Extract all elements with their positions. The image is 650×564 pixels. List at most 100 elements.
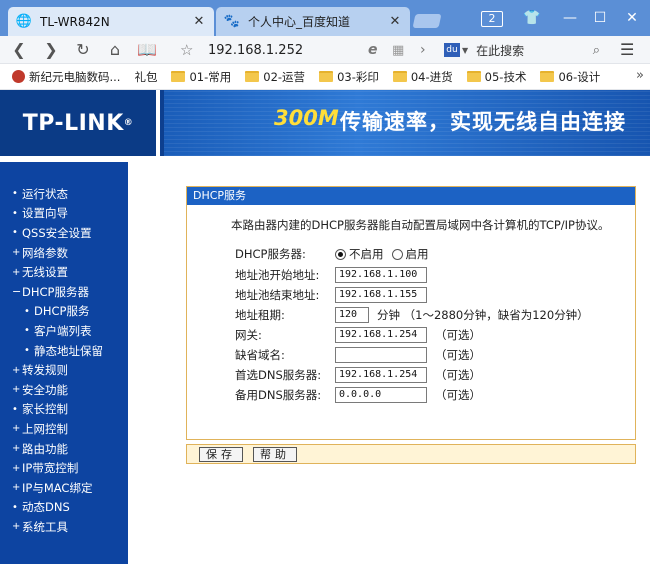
sidebar-item[interactable]: • 设置向导 xyxy=(0,204,128,224)
folder-icon xyxy=(245,71,260,82)
sidebar-item[interactable]: • 动态DNS xyxy=(0,498,128,518)
expand-icon: + xyxy=(12,482,21,494)
address-bar[interactable]: ☆ 192.168.1.252 e ▦ › xyxy=(180,39,440,61)
sidebar-item-label: 设置向导 xyxy=(22,206,68,221)
expand-icon: + xyxy=(12,423,21,435)
bookmarks-bar: 新纪元电脑数码... 礼包 01-常用 02-运营 03-彩印 04-进货 05… xyxy=(0,64,650,90)
forward-icon[interactable]: ❯ xyxy=(40,39,62,61)
pool-end-input[interactable]: 192.168.1.155 xyxy=(335,287,427,303)
tab-count-badge[interactable]: 2 xyxy=(481,11,503,27)
field-label: 缺省域名: xyxy=(235,348,285,362)
collapse-icon: − xyxy=(12,285,22,299)
bookmark-folder[interactable]: 06-设计 xyxy=(540,69,600,85)
sidebar-item[interactable]: • DHCP服务 xyxy=(0,302,128,322)
sidebar-item[interactable]: • 静态地址保留 xyxy=(0,341,128,361)
chevron-down-icon[interactable]: ▼ xyxy=(462,46,468,55)
save-button[interactable]: 保存 xyxy=(199,447,243,462)
bookmark-folder[interactable]: 05-技术 xyxy=(466,69,526,85)
address-url[interactable]: 192.168.1.252 xyxy=(208,43,303,58)
field-row: 地址池开始地址: 192.168.1.100 xyxy=(235,266,427,284)
browser-toolbar: ❮ ❯ ↻ ⌂ 📖 ☆ 192.168.1.252 e ▦ › du ▼ 在此搜… xyxy=(0,36,650,64)
search-icon[interactable]: ⌕ xyxy=(593,43,600,58)
sidebar-item[interactable]: + 上网控制 xyxy=(0,419,128,439)
domain-input[interactable] xyxy=(335,347,427,363)
bookmark-label: 02-运营 xyxy=(263,69,306,84)
field-label: 首选DNS服务器: xyxy=(235,368,322,382)
bookmark-star-icon[interactable]: ☆ xyxy=(180,41,200,59)
shirt-skin-icon[interactable]: 👕 xyxy=(522,8,542,28)
new-tab-button[interactable] xyxy=(412,14,442,28)
field-label: 网关: xyxy=(235,328,262,342)
bullet-icon: • xyxy=(12,501,18,513)
sidebar-item-label: 无线设置 xyxy=(22,265,68,280)
sidebar-item[interactable]: • 客户端列表 xyxy=(0,321,128,341)
tab-baidu-zhidao[interactable]: 🐾 个人中心_百度知道 ✕ xyxy=(216,7,410,36)
sidebar-item-label: 动态DNS xyxy=(22,500,70,515)
field-label: 地址池结束地址: xyxy=(235,288,320,302)
sidebar-item[interactable]: • QSS安全设置 xyxy=(0,223,128,243)
sidebar-item[interactable]: • 运行状态 xyxy=(0,184,128,204)
radio-disable-label[interactable]: 不启用 xyxy=(349,246,384,262)
bookmark-folder[interactable]: 03-彩印 xyxy=(319,69,379,85)
globe-icon: 🌐 xyxy=(15,14,33,29)
sidebar-item-label: 客户端列表 xyxy=(34,323,92,338)
field-row: 首选DNS服务器: 192.168.1.254 （可选） xyxy=(235,366,481,384)
tab-tl-wr842n[interactable]: 🌐 TL-WR842N ✕ xyxy=(8,7,214,36)
sidebar-item[interactable]: + IP与MAC绑定 xyxy=(0,478,128,498)
optional-note: （可选） xyxy=(435,328,481,342)
qr-grid-icon[interactable]: ▦ xyxy=(392,43,404,58)
lease-time-input[interactable]: 120 xyxy=(335,307,369,323)
close-window-icon[interactable]: ✕ xyxy=(622,8,642,28)
expand-icon: + xyxy=(12,384,21,396)
sidebar-item[interactable]: + 网络参数 xyxy=(0,243,128,263)
back-icon[interactable]: ❮ xyxy=(8,39,30,61)
folder-icon xyxy=(540,71,555,82)
reload-icon[interactable]: ↻ xyxy=(72,39,94,61)
expand-icon: + xyxy=(12,462,21,474)
sidebar-item[interactable]: + 系统工具 xyxy=(0,517,128,537)
sidebar-item[interactable]: + 路由功能 xyxy=(0,439,128,459)
radio-disable[interactable] xyxy=(335,248,346,260)
secondary-dns-input[interactable]: 0.0.0.0 xyxy=(335,387,427,403)
sidebar-item-label: 家长控制 xyxy=(22,402,68,417)
menu-icon[interactable]: ☰ xyxy=(620,40,634,59)
radio-enable-label[interactable]: 启用 xyxy=(406,246,429,262)
bookmark-site[interactable]: 新纪元电脑数码... xyxy=(12,69,120,85)
expand-icon: + xyxy=(12,443,21,455)
bookmark-folder[interactable]: 02-运营 xyxy=(245,69,305,85)
more-bookmarks-icon[interactable]: » xyxy=(636,68,644,83)
sidebar-item[interactable]: − DHCP服务器 xyxy=(0,282,128,302)
browser-tab-strip: 🌐 TL-WR842N ✕ 🐾 个人中心_百度知道 ✕ 2 👕 — ☐ ✕ xyxy=(0,0,650,36)
minimize-icon[interactable]: — xyxy=(560,8,580,28)
sidebar-item[interactable]: + 转发规则 xyxy=(0,360,128,380)
home-icon[interactable]: ⌂ xyxy=(104,39,126,61)
search-engine-icon[interactable]: du xyxy=(444,43,460,57)
bookmark-folder[interactable]: 01-常用 xyxy=(171,69,231,85)
sidebar-item[interactable]: + 无线设置 xyxy=(0,262,128,282)
primary-dns-input[interactable]: 192.168.1.254 xyxy=(335,367,427,383)
optional-note: （可选） xyxy=(435,388,481,402)
bookmark-folder[interactable]: 04-进货 xyxy=(392,69,453,85)
gateway-input[interactable]: 192.168.1.254 xyxy=(335,327,427,343)
radio-enable[interactable] xyxy=(391,248,403,260)
panel-intro: 本路由器内建的DHCP服务器能自动配置局域网中各计算机的TCP/IP协议。 xyxy=(231,218,610,232)
help-button[interactable]: 帮助 xyxy=(253,447,297,462)
search-box[interactable]: du ▼ 在此搜索 ⌕ xyxy=(444,40,604,60)
go-arrow-icon[interactable]: › xyxy=(420,42,426,58)
folder-icon xyxy=(319,71,334,82)
sidebar-item[interactable]: • 家长控制 xyxy=(0,400,128,420)
bookmark-gift[interactable]: 礼包 xyxy=(134,69,157,85)
maximize-icon[interactable]: ☐ xyxy=(590,8,610,28)
sidebar-item[interactable]: + IP带宽控制 xyxy=(0,458,128,478)
search-input[interactable]: 在此搜索 xyxy=(476,42,524,59)
field-label: 地址租期: xyxy=(235,308,285,322)
pool-start-input[interactable]: 192.168.1.100 xyxy=(335,267,427,283)
field-row: 网关: 192.168.1.254 （可选） xyxy=(235,326,481,344)
bookmark-label: 新纪元电脑数码... xyxy=(29,69,121,84)
reading-book-icon[interactable]: 📖 xyxy=(136,39,158,61)
ie-compat-icon[interactable]: e xyxy=(368,42,378,58)
dhcp-server-label: DHCP服务器: xyxy=(235,247,306,261)
close-tab-icon[interactable]: ✕ xyxy=(388,14,402,29)
sidebar-item[interactable]: + 安全功能 xyxy=(0,380,128,400)
close-tab-icon[interactable]: ✕ xyxy=(192,14,206,29)
